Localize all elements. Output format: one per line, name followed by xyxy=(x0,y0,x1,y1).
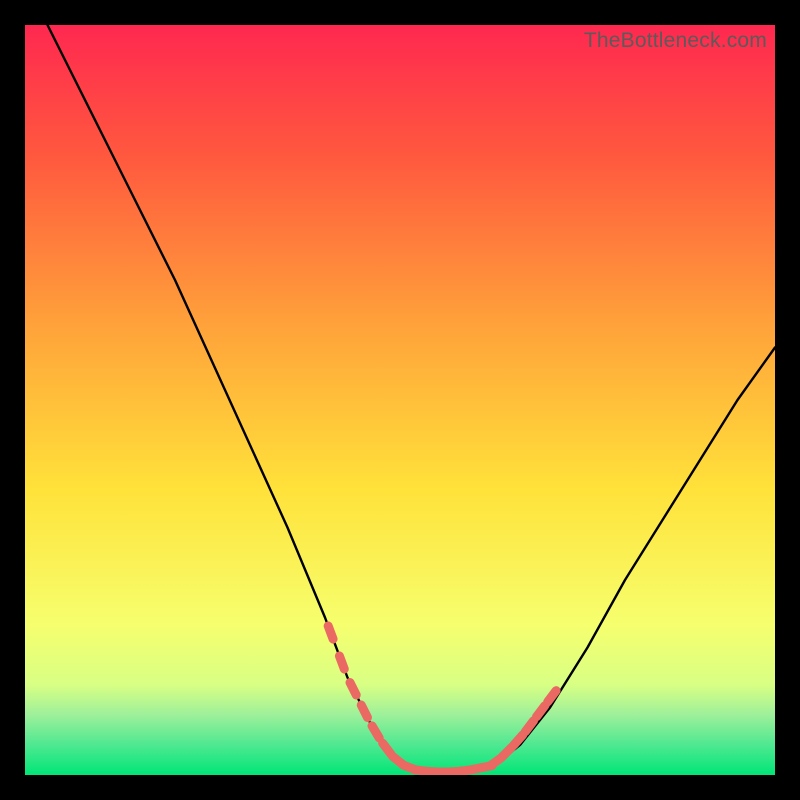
gradient-background xyxy=(25,25,775,775)
chart-canvas xyxy=(25,25,775,775)
highlight-dash xyxy=(328,626,333,639)
watermark-text: TheBottleneck.com xyxy=(584,29,767,53)
highlight-dash xyxy=(339,656,344,669)
chart-frame: TheBottleneck.com xyxy=(25,25,775,775)
highlight-dash xyxy=(372,726,379,738)
highlight-dash xyxy=(361,705,367,718)
highlight-dash xyxy=(350,682,356,695)
